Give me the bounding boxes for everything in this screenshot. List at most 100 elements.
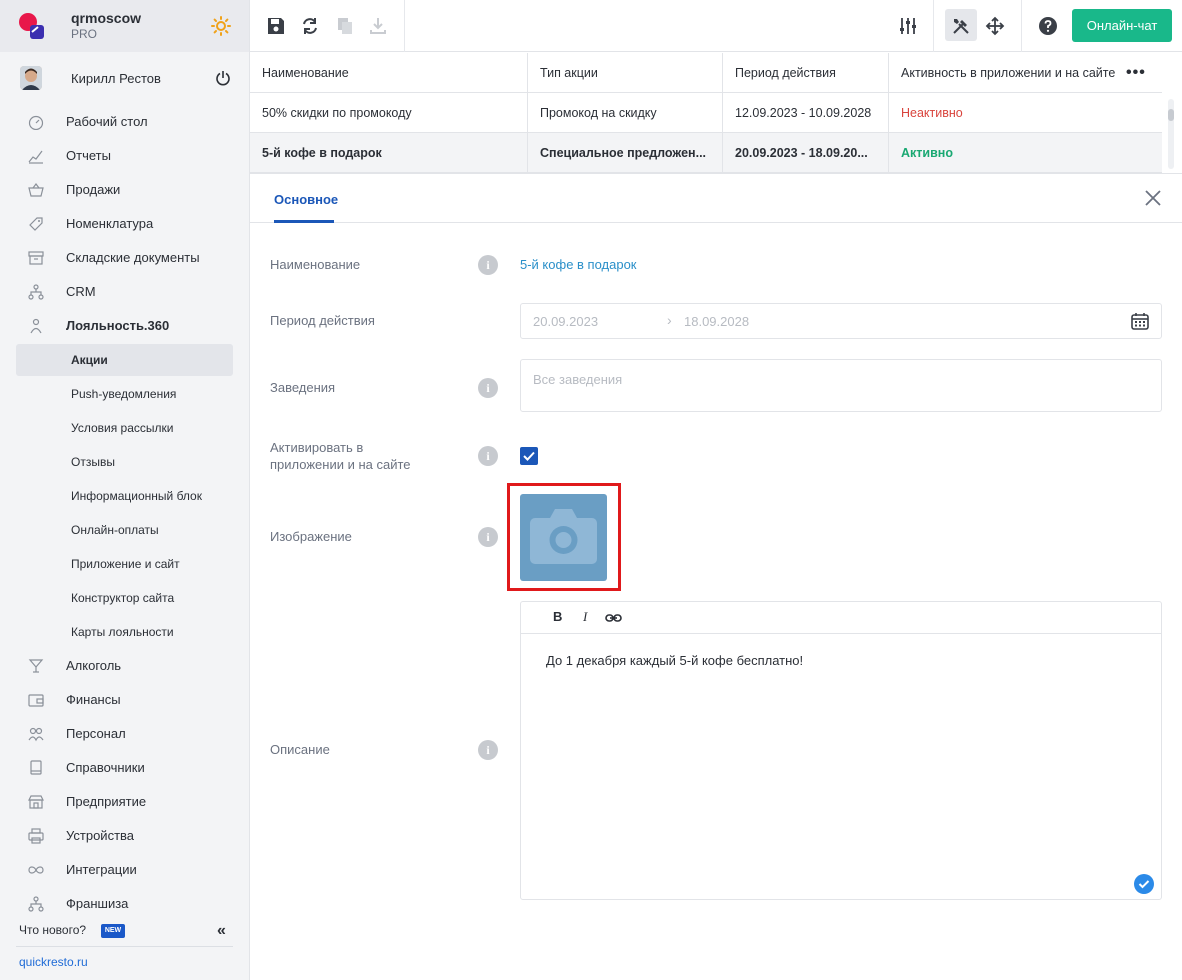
site-link[interactable]: quickresto.ru [19,955,88,969]
calendar-icon[interactable] [1130,311,1150,331]
sidebar-item-reports[interactable]: Отчеты [16,139,233,171]
activate-checkbox[interactable] [520,447,538,465]
column-header-activity[interactable]: Активность в приложении и на сайте [889,53,1162,92]
move-icon[interactable] [985,16,1005,36]
table-row[interactable]: 50% скидки по промокоду Промокод на скид… [250,93,1162,133]
refresh-icon[interactable] [300,16,320,36]
cell-status: Активно [901,146,953,160]
new-badge: NEW [101,924,125,938]
top-toolbar: Онлайн-чат [250,0,1182,52]
name-value[interactable]: 5-й кофе в подарок [520,257,637,272]
sidebar-subitem-info-block[interactable]: Информационный блок [16,480,233,512]
dashboard-icon [28,115,44,130]
venues-select[interactable]: Все заведения [520,359,1162,412]
more-options-icon[interactable]: ••• [1126,64,1146,82]
cell-period: 12.09.2023 - 10.09.2028 [723,93,889,132]
loyalty-icon [30,318,42,334]
info-icon[interactable]: i [478,378,498,398]
sidebar: qrmoscow PRO Кирилл Рестов Рабочий стол … [0,0,250,980]
sidebar-item-enterprise[interactable]: Предприятие [16,785,233,817]
info-icon[interactable]: i [478,527,498,547]
sidebar-item-label: Предприятие [66,794,147,809]
sidebar-item-integrations[interactable]: Интеграции [16,853,233,885]
info-icon[interactable]: i [478,740,498,760]
close-icon[interactable] [1143,188,1163,208]
sidebar-item-label: Лояльность.360 [66,318,170,333]
sidebar-item-franchise[interactable]: Франшиза [16,887,233,919]
sidebar-item-loyalty[interactable]: Лояльность.360 [16,309,233,341]
infinity-icon [28,866,44,874]
sidebar-item-dashboard[interactable]: Рабочий стол [16,105,233,137]
confirm-check-icon[interactable] [1134,874,1154,894]
sidebar-item-label: Финансы [66,692,121,707]
sidebar-subitem-label: Карты лояльности [71,625,174,639]
franchise-icon [28,896,44,912]
description-editor[interactable]: B I До 1 декабря каждый 5-й кофе бесплат… [520,601,1162,900]
sidebar-item-label: CRM [66,284,96,299]
sidebar-item-devices[interactable]: Устройства [16,819,233,851]
sidebar-subitem-label: Информационный блок [71,489,202,503]
table-row[interactable]: 5-й кофе в подарок Специальное предложен… [250,133,1162,173]
sidebar-subitem-push[interactable]: Push-уведомления [16,378,233,410]
toolbar-divider [404,0,405,52]
sidebar-subitem-online-payments[interactable]: Онлайн-оплаты [16,514,233,546]
sidebar-subitem-reviews[interactable]: Отзывы [16,446,233,478]
sidebar-item-crm[interactable]: CRM [16,275,233,307]
chevron-right-icon: › [667,312,672,328]
tab-main[interactable]: Основное [274,192,338,207]
sidebar-subitem-site-builder[interactable]: Конструктор сайта [16,582,233,614]
sidebar-item-references[interactable]: Справочники [16,751,233,783]
collapse-sidebar-icon[interactable]: « [217,922,226,940]
date-to[interactable]: 18.09.2028 [684,314,749,329]
label-period: Период действия [270,313,375,328]
copy-icon[interactable] [335,16,355,36]
sidebar-item-warehouse[interactable]: Складские документы [16,241,233,273]
sidebar-item-finance[interactable]: Финансы [16,683,233,715]
hierarchy-icon [28,284,44,300]
sidebar-subitem-app-site[interactable]: Приложение и сайт [16,548,233,580]
sidebar-item-nomenclature[interactable]: Номенклатура [16,207,233,239]
cocktail-icon [28,659,44,673]
power-icon[interactable] [215,70,231,86]
save-icon[interactable] [266,16,286,36]
sidebar-subitem-mailing[interactable]: Условия рассылки [16,412,233,444]
tools-icon[interactable] [951,16,971,36]
italic-button[interactable]: I [583,609,587,625]
user-profile[interactable]: Кирилл Рестов [0,60,249,96]
sidebar-item-sales[interactable]: Продажи [16,173,233,205]
sidebar-subitem-loyalty-cards[interactable]: Карты лояльности [16,616,233,648]
sidebar-item-label: Персонал [66,726,126,741]
info-icon[interactable]: i [478,255,498,275]
sidebar-item-alcohol[interactable]: Алкоголь [16,649,233,681]
check-icon [523,451,535,461]
sidebar-subitem-label: Онлайн-оплаты [71,523,159,537]
link-icon[interactable] [605,611,622,625]
table-scroll-thumb[interactable] [1168,109,1174,121]
settings-sliders-icon[interactable] [898,16,918,36]
sidebar-subitem-promotions[interactable]: Акции [16,344,233,376]
sidebar-item-label: Устройства [66,828,135,843]
column-header-name[interactable]: Наименование [250,53,528,92]
column-header-period[interactable]: Период действия [723,53,889,92]
online-chat-button[interactable]: Онлайн-чат [1072,9,1172,42]
label-activate: Активировать в приложении и на сайте [270,440,411,472]
description-text[interactable]: До 1 декабря каждый 5-й кофе бесплатно! [546,653,803,668]
sun-icon[interactable] [211,16,231,36]
info-icon[interactable]: i [478,446,498,466]
logo-icon [19,13,44,39]
column-header-type[interactable]: Тип акции [528,53,723,92]
period-date-range[interactable]: 20.09.2023 › 18.09.2028 [520,303,1162,339]
table-header: Наименование Тип акции Период действия А… [250,53,1162,93]
date-from[interactable]: 20.09.2023 [533,314,598,329]
bold-button[interactable]: B [553,609,562,624]
sidebar-subitem-label: Конструктор сайта [71,591,175,605]
cell-name: 5-й кофе в подарок [250,133,528,172]
whats-new-link[interactable]: Что нового? [19,923,86,937]
printer-icon [28,828,44,844]
sidebar-item-staff[interactable]: Персонал [16,717,233,749]
image-upload[interactable] [520,494,607,581]
sidebar-subitem-label: Приложение и сайт [71,557,180,571]
download-icon[interactable] [368,16,388,36]
help-icon[interactable] [1038,16,1058,36]
brand-header[interactable]: qrmoscow PRO [0,0,249,52]
